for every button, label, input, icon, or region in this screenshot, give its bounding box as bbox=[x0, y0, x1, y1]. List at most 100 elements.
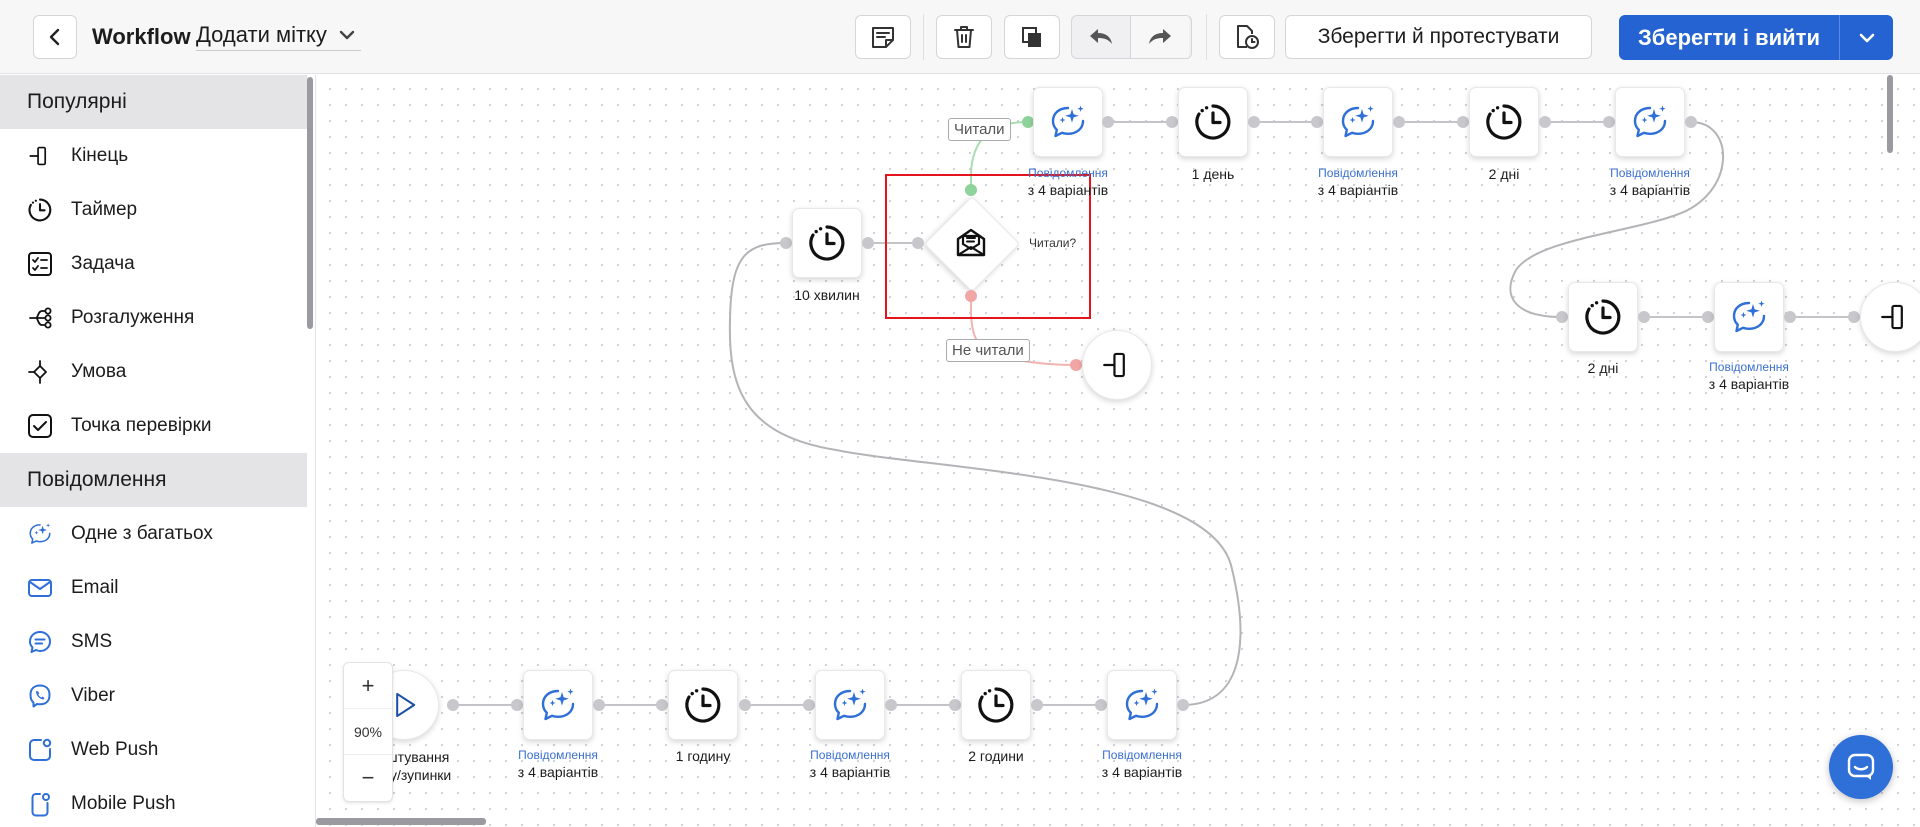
no-branch-port[interactable] bbox=[965, 290, 977, 302]
output-port[interactable] bbox=[1685, 116, 1697, 128]
save-and-test-button[interactable]: Зберегти й протестувати bbox=[1285, 15, 1592, 59]
output-port[interactable] bbox=[1539, 116, 1551, 128]
sparkle-chat-icon bbox=[1048, 102, 1088, 142]
timer-icon bbox=[683, 685, 723, 725]
app-title: Workflow bbox=[92, 24, 191, 49]
save-and-exit-button[interactable]: Зберегти і вийти bbox=[1619, 15, 1839, 60]
input-port[interactable] bbox=[912, 237, 924, 249]
canvas-horizontal-scrollbar[interactable] bbox=[316, 818, 486, 825]
palette-item-sms[interactable]: SMS bbox=[0, 615, 307, 669]
input-port[interactable] bbox=[1070, 359, 1082, 371]
message-node-caption: Повідомлення з 4 варіантів bbox=[770, 747, 930, 781]
output-port[interactable] bbox=[885, 699, 897, 711]
output-port[interactable] bbox=[447, 699, 459, 711]
output-port[interactable] bbox=[862, 237, 874, 249]
message-node-4[interactable] bbox=[1033, 87, 1103, 157]
message-node-1[interactable] bbox=[523, 670, 593, 740]
notes-button[interactable] bbox=[855, 15, 911, 59]
message-title: Повідомлення bbox=[1610, 166, 1690, 180]
output-port[interactable] bbox=[1031, 699, 1043, 711]
note-icon bbox=[870, 24, 896, 50]
palette-item-label: Кінець bbox=[71, 145, 129, 166]
chevron-down-icon bbox=[339, 30, 355, 40]
input-port[interactable] bbox=[1848, 311, 1860, 323]
section-messages: Повідомлення bbox=[0, 453, 307, 507]
variants-caption: з 4 варіантів bbox=[1708, 376, 1790, 392]
sidebar-scrollbar[interactable] bbox=[307, 77, 313, 329]
chevron-left-icon bbox=[48, 28, 62, 46]
duplicate-button[interactable] bbox=[1004, 15, 1060, 59]
palette-item-condition[interactable]: Умова bbox=[0, 345, 307, 399]
mobile-push-icon bbox=[27, 791, 53, 817]
output-port[interactable] bbox=[1177, 699, 1189, 711]
output-port[interactable] bbox=[1638, 311, 1650, 323]
message-node-6[interactable] bbox=[1615, 87, 1685, 157]
output-port[interactable] bbox=[1784, 311, 1796, 323]
message-node-5[interactable] bbox=[1323, 87, 1393, 157]
canvas-vertical-scrollbar[interactable] bbox=[1887, 75, 1893, 153]
save-options-dropdown[interactable] bbox=[1839, 15, 1893, 60]
input-port[interactable] bbox=[656, 699, 668, 711]
input-port[interactable] bbox=[1095, 699, 1107, 711]
zoom-out-button[interactable]: − bbox=[344, 755, 392, 800]
timer-duration: 2 дні bbox=[1488, 166, 1520, 182]
undo-button[interactable] bbox=[1072, 16, 1130, 58]
version-history-button[interactable] bbox=[1219, 15, 1275, 59]
checkpoint-icon bbox=[27, 413, 53, 439]
redo-button[interactable] bbox=[1130, 16, 1189, 58]
workflow-canvas[interactable]: аштування ску/зупинки Повідомлення з 4 в… bbox=[316, 75, 1920, 827]
message-node-3[interactable] bbox=[1107, 670, 1177, 740]
palette-item-task[interactable]: Задача bbox=[0, 237, 307, 291]
variants-caption: з 4 варіантів bbox=[1101, 764, 1183, 780]
timer-node-2-hours[interactable] bbox=[961, 670, 1031, 740]
palette-item-web-push[interactable]: Web Push bbox=[0, 723, 307, 777]
back-button[interactable] bbox=[33, 15, 77, 59]
support-chat-button[interactable] bbox=[1829, 735, 1893, 799]
zoom-in-button[interactable]: + bbox=[344, 663, 392, 708]
delete-button[interactable] bbox=[936, 15, 992, 59]
palette-item-one-of-many[interactable]: Одне з багатьох bbox=[0, 507, 307, 561]
palette-item-end[interactable]: Кінець bbox=[0, 129, 307, 183]
palette-item-email[interactable]: Email bbox=[0, 561, 307, 615]
add-tag-dropdown[interactable]: Додати мітку bbox=[196, 20, 361, 51]
message-node-2[interactable] bbox=[815, 670, 885, 740]
input-port[interactable] bbox=[1702, 311, 1714, 323]
message-node-caption: Повідомлення з 4 варіантів bbox=[1062, 747, 1222, 781]
input-port[interactable] bbox=[949, 699, 961, 711]
palette-item-viber[interactable]: Viber bbox=[0, 669, 307, 723]
palette-item-label: Web Push bbox=[71, 739, 159, 760]
palette-item-checkpoint[interactable]: Точка перевірки bbox=[0, 399, 307, 453]
input-port[interactable] bbox=[780, 237, 792, 249]
input-port[interactable] bbox=[1556, 311, 1568, 323]
output-port[interactable] bbox=[739, 699, 751, 711]
sparkle-chat-icon bbox=[1122, 685, 1162, 725]
palette-item-timer[interactable]: Таймер bbox=[0, 183, 307, 237]
timer-node-2-days[interactable] bbox=[1469, 87, 1539, 157]
output-port[interactable] bbox=[1102, 116, 1114, 128]
palette-item-mobile-push[interactable]: Mobile Push bbox=[0, 777, 307, 827]
output-port[interactable] bbox=[1393, 116, 1405, 128]
node-palette-sidebar: Популярні Кінець Таймер Задача Розгалуже… bbox=[0, 75, 316, 827]
trash-icon bbox=[952, 24, 976, 50]
input-port[interactable] bbox=[1311, 116, 1323, 128]
message-node-7[interactable] bbox=[1714, 282, 1784, 352]
timer-node-10-minutes[interactable] bbox=[792, 208, 862, 278]
palette-item-branch[interactable]: Розгалуження bbox=[0, 291, 307, 345]
timer-node-1-day[interactable] bbox=[1178, 87, 1248, 157]
variants-caption: з 4 варіантів bbox=[517, 764, 599, 780]
input-port[interactable] bbox=[1457, 116, 1469, 128]
variants-caption: з 4 варіантів bbox=[1027, 182, 1109, 198]
timer-caption: 10 хвилин bbox=[747, 286, 907, 304]
input-port[interactable] bbox=[511, 699, 523, 711]
output-port[interactable] bbox=[593, 699, 605, 711]
input-port[interactable] bbox=[803, 699, 815, 711]
end-node-not-read[interactable] bbox=[1082, 330, 1152, 400]
message-title: Повідомлення bbox=[1709, 360, 1789, 374]
timer-node-1-hour[interactable] bbox=[668, 670, 738, 740]
yes-branch-port[interactable] bbox=[965, 184, 977, 196]
timer-node-2-days-b[interactable] bbox=[1568, 282, 1638, 352]
input-port[interactable] bbox=[1603, 116, 1615, 128]
output-port[interactable] bbox=[1248, 116, 1260, 128]
input-port[interactable] bbox=[1166, 116, 1178, 128]
chat-icon bbox=[1846, 752, 1876, 782]
